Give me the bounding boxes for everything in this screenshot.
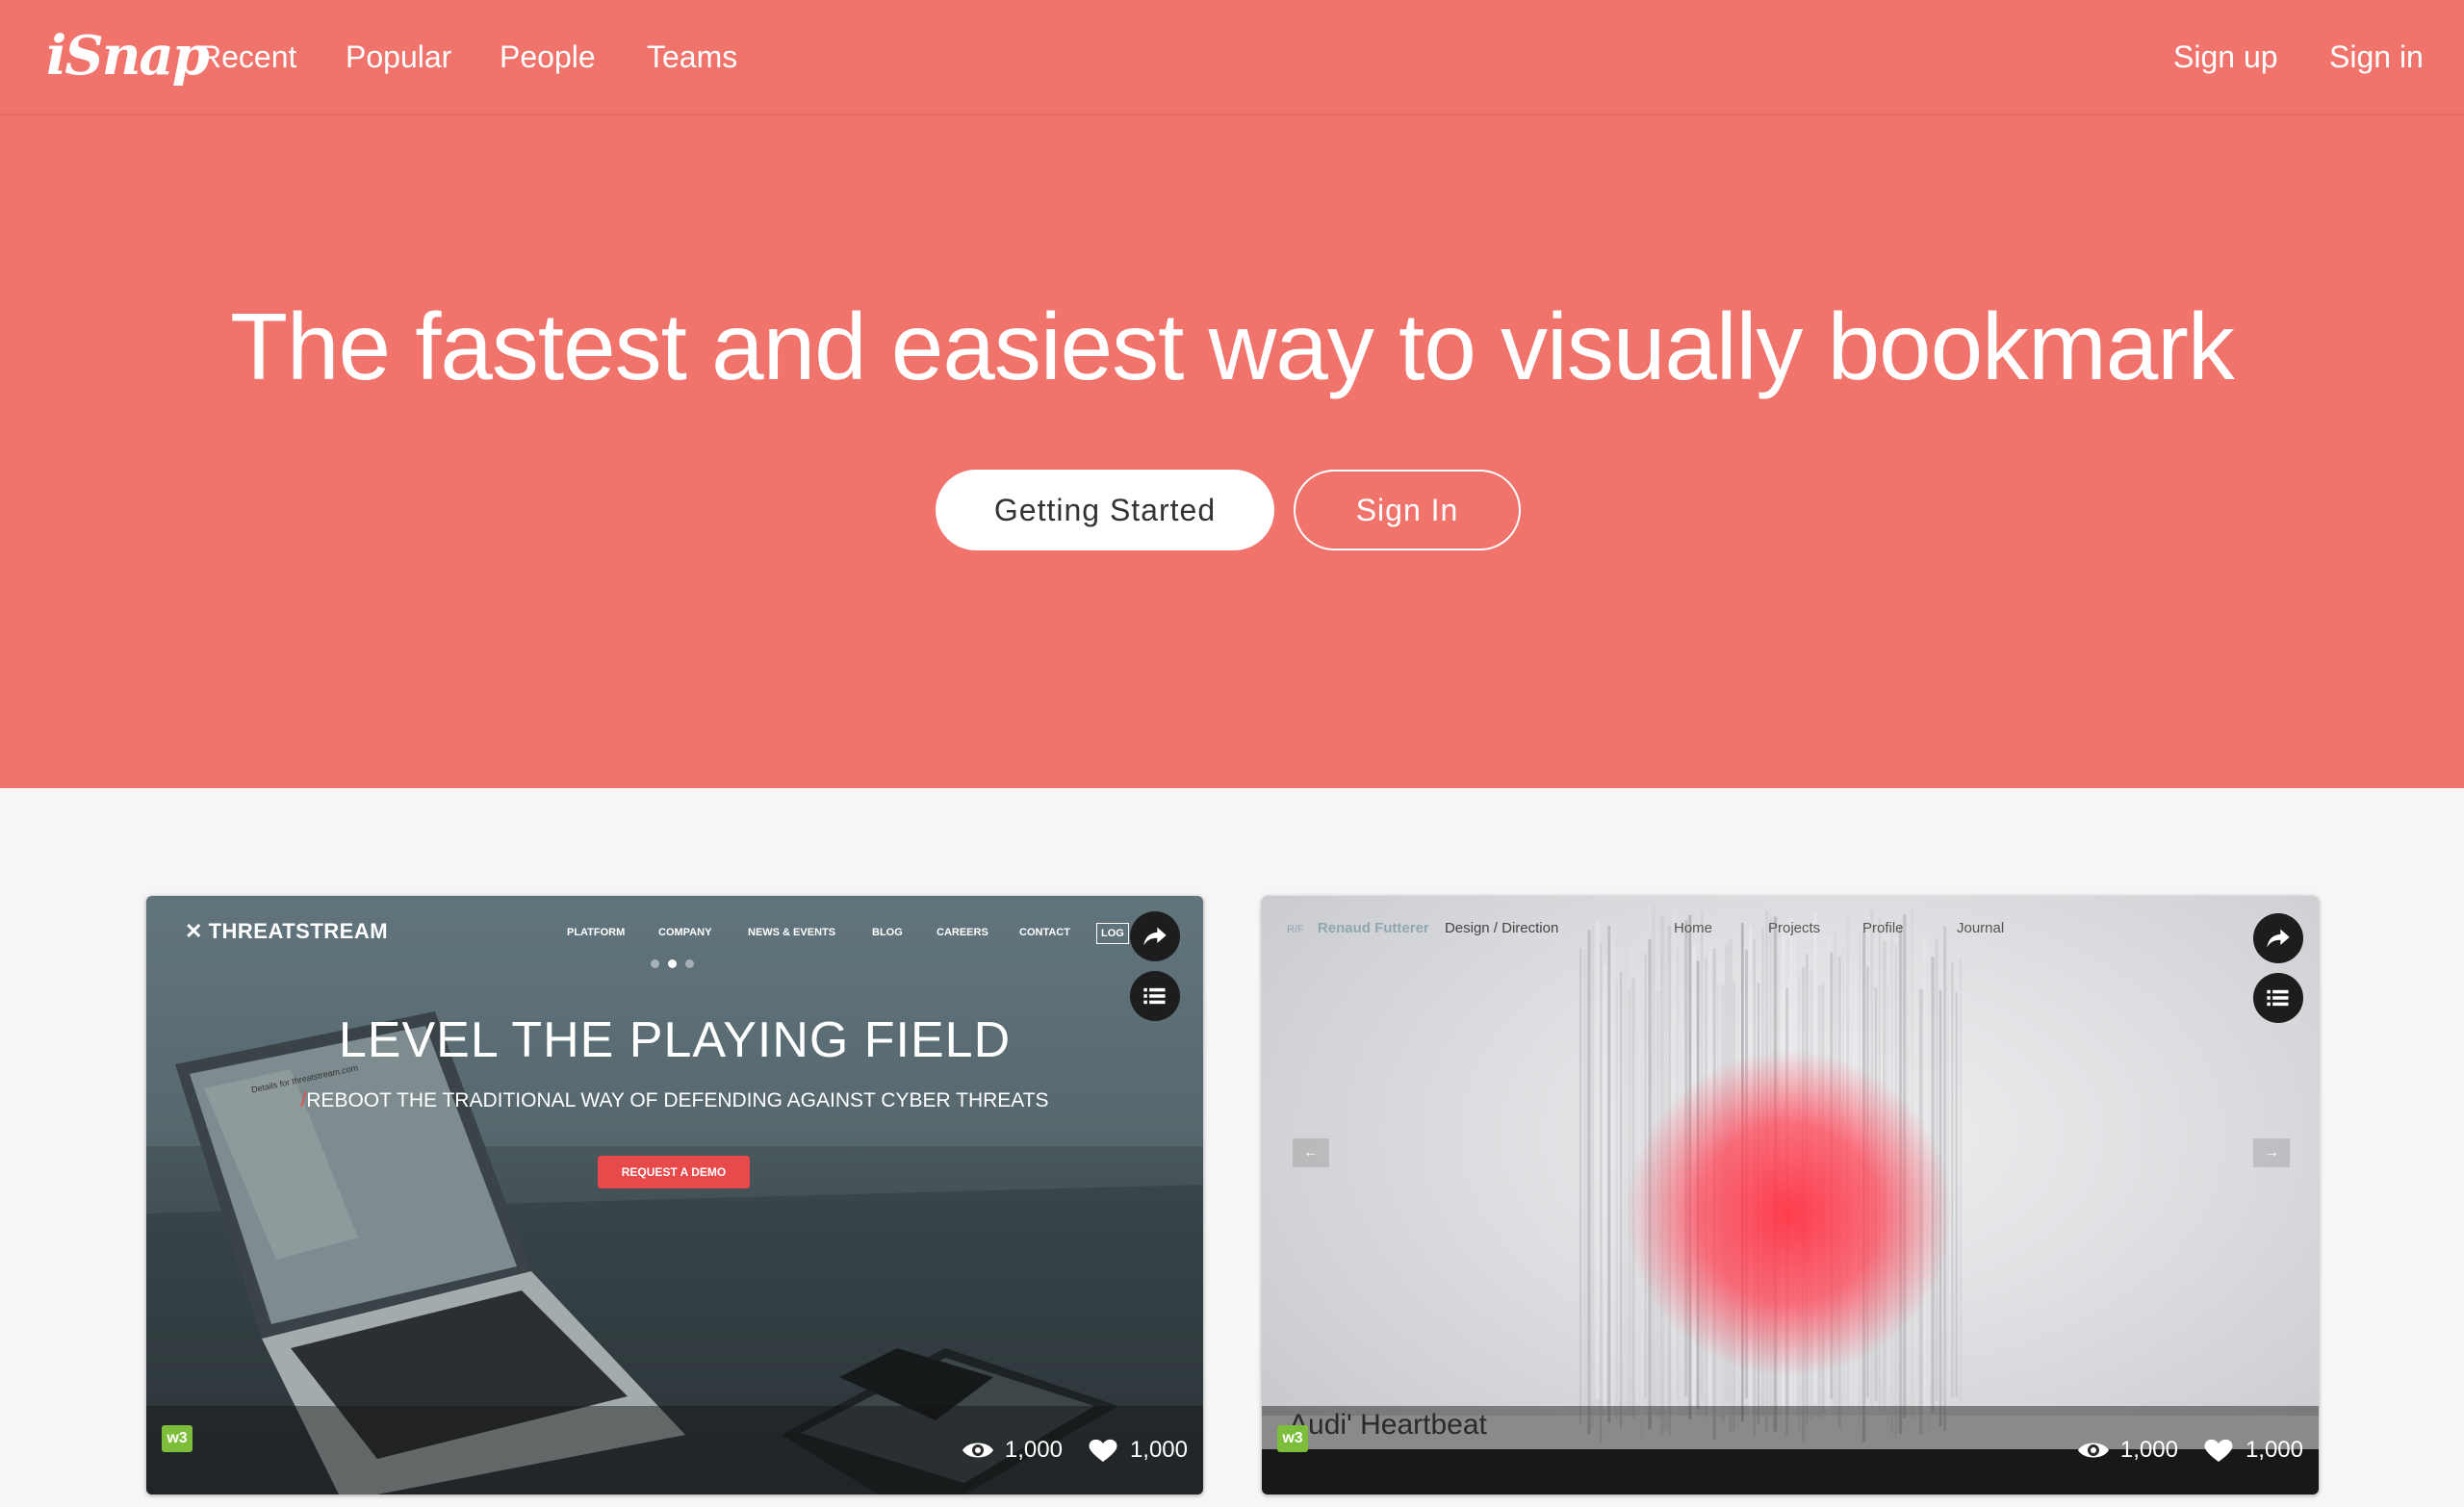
glass-bar	[1947, 913, 1950, 1403]
heart-icon[interactable]	[1086, 1437, 1120, 1464]
site-nav-item: COMPANY	[658, 927, 712, 938]
site-logo: ✕ THREATSTREAM	[185, 917, 388, 946]
list-button[interactable]	[2253, 973, 2303, 1023]
signin-link[interactable]: Sign in	[2329, 37, 2424, 77]
card-stats: 1,000 1,000	[961, 1433, 1188, 1468]
views-count: 1,000	[2119, 1437, 2178, 1463]
nav-link-popular[interactable]: Popular	[346, 37, 451, 77]
glass-bar	[1583, 949, 1587, 1400]
share-icon	[1143, 927, 1167, 946]
site-nav-item: Profile	[1862, 920, 1904, 936]
glass-bar	[1587, 930, 1591, 1435]
card-footer: w3 1,000 1,000	[146, 1406, 1203, 1494]
glass-bar	[1615, 982, 1619, 1419]
nav-link-recent[interactable]: Recent	[199, 37, 296, 77]
site-nav-item: Journal	[1957, 920, 2005, 936]
glass-bar	[1600, 943, 1603, 1443]
list-icon	[1143, 987, 1166, 1005]
glass-bar	[1955, 991, 1958, 1397]
carousel-dot	[651, 959, 659, 968]
site-nav-item: Projects	[1768, 920, 1821, 936]
glass-bar	[1591, 926, 1594, 1429]
card-footer: Audi' Heartbeat w3 1,000 1,000	[1262, 1406, 2319, 1494]
site-logo-text: THREATSTREAM	[208, 919, 389, 943]
isnap-logo[interactable]: iSnap	[46, 17, 210, 94]
site-brand: R/F Renaud Futterer Design / Direction	[1287, 915, 1558, 942]
threatstream-x-mark: ✕	[185, 919, 203, 943]
site-nav-item: CONTACT	[1019, 927, 1070, 938]
site-headline: LEVEL THE PLAYING FIELD	[338, 1012, 1012, 1068]
site-nav-item: CAREERS	[937, 927, 988, 938]
glass-bar	[1595, 920, 1600, 1399]
carousel-dots	[651, 959, 701, 969]
glass-bar	[1607, 925, 1611, 1423]
card-thumbnail	[146, 896, 1203, 1494]
site-tagline: Design / Direction	[1444, 920, 1559, 936]
glass-bar	[1959, 958, 1963, 1402]
request-demo-button: REQUEST A DEMO	[598, 1156, 750, 1188]
heart-icon[interactable]	[2201, 1437, 2236, 1464]
sign-in-button[interactable]: Sign In	[1294, 470, 1521, 550]
carousel-dot	[685, 959, 694, 968]
site-nav-item: PLATFORM	[567, 927, 626, 938]
eye-icon	[2076, 1437, 2111, 1464]
share-button[interactable]	[2253, 913, 2303, 963]
glass-bar	[1951, 961, 1954, 1397]
glass-bar	[1624, 913, 1628, 1399]
site-subheadline-text: REBOOT THE TRADITIONAL WAY OF DEFENDING …	[306, 1089, 1049, 1111]
list-button[interactable]	[1130, 971, 1180, 1021]
top-navbar: iSnap Recent Popular People Teams Sign u…	[0, 0, 2464, 115]
signup-link[interactable]: Sign up	[2173, 37, 2278, 77]
site-subheadline: /REBOOT THE TRADITIONAL WAY OF DEFENDING…	[146, 1086, 1203, 1115]
carousel-dot-active	[668, 959, 677, 968]
glass-bar	[1620, 971, 1623, 1428]
site-caption: Audi' Heartbeat	[1289, 1409, 1487, 1441]
hero-section: The fastest and easiest way to visually …	[0, 115, 2464, 788]
site-brand-name: Renaud Futterer	[1317, 920, 1429, 936]
site-nav-item: BLOG	[872, 927, 903, 938]
site-nav-item: Home	[1674, 920, 1713, 936]
nav-link-teams[interactable]: Teams	[647, 37, 737, 77]
hero-title: The fastest and easiest way to visually …	[230, 294, 2235, 399]
slider-arrow-left: ←	[1293, 1138, 1329, 1167]
eye-icon	[961, 1437, 995, 1464]
list-icon	[2267, 989, 2289, 1007]
glass-bar	[1604, 963, 1606, 1411]
site-nav-item: LOG	[1096, 923, 1129, 944]
site-brand-mark: R/F	[1287, 924, 1304, 935]
w3-badge: w3	[162, 1425, 192, 1452]
views-count: 1,000	[1004, 1437, 1063, 1463]
glass-bar	[1611, 935, 1614, 1414]
share-icon	[2267, 929, 2290, 948]
glass-bar	[1579, 948, 1582, 1424]
card-stats: 1,000 1,000	[2076, 1433, 2303, 1468]
likes-count: 1,000	[1129, 1437, 1188, 1463]
card-thumbnail	[1262, 896, 2319, 1494]
nav-link-people[interactable]: People	[500, 37, 596, 77]
site-nav-item: NEWS & EVENTS	[748, 927, 836, 938]
getting-started-button[interactable]: Getting Started	[936, 470, 1274, 550]
slider-arrow-right: →	[2253, 1138, 2290, 1167]
bookmark-card-audi-heartbeat[interactable]: R/F Renaud Futterer Design / Direction H…	[1262, 896, 2319, 1494]
likes-count: 1,000	[2245, 1437, 2303, 1463]
bookmark-card-threatstream[interactable]: ✕ THREATSTREAM PLATFORM COMPANY NEWS & E…	[146, 896, 1203, 1494]
w3-badge: w3	[1277, 1425, 1308, 1452]
share-button[interactable]	[1130, 911, 1180, 961]
